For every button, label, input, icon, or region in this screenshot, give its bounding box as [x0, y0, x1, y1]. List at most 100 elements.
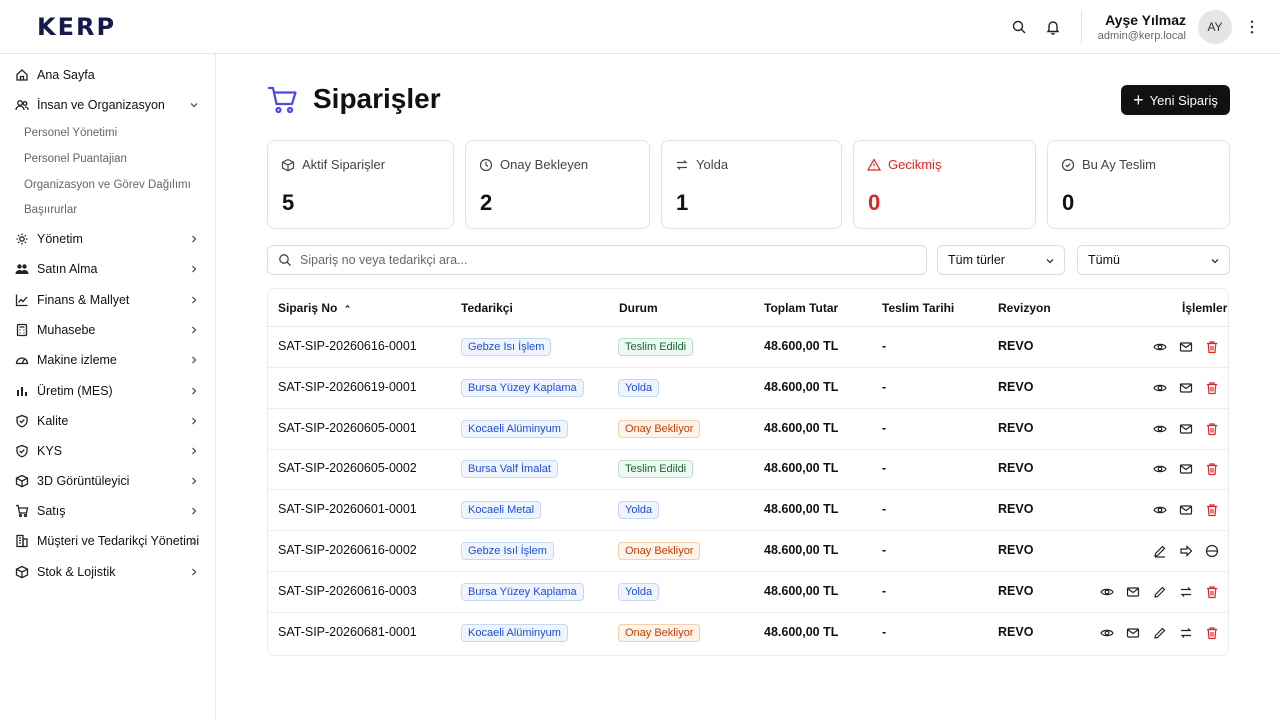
supplier-chip: Bursa Yüzey Kaplama: [461, 582, 584, 601]
transfer-icon: [676, 159, 688, 170]
mail-icon[interactable]: [1178, 380, 1194, 396]
sidebar-item-quality[interactable]: Kalite: [14, 410, 202, 432]
sidebar-item-finance[interactable]: Finans & Mallyet: [14, 289, 202, 311]
chart-line-icon: [14, 293, 29, 308]
order-number[interactable]: SAT-SIP-20260605-0001: [278, 421, 417, 435]
chevron-right-icon: [192, 356, 197, 364]
sidebar-item-management[interactable]: Yönetim: [14, 228, 202, 250]
search-input[interactable]: [300, 253, 900, 267]
mail-icon[interactable]: [1178, 461, 1194, 477]
delete-icon[interactable]: [1204, 625, 1220, 641]
table-row[interactable]: SAT-SIP-20260601-0001 Kocaeli Metal Yolda 4…: [268, 490, 1228, 532]
order-number[interactable]: SAT-SIP-20260681-0001: [278, 625, 417, 639]
view-icon[interactable]: [1152, 339, 1168, 355]
type-select[interactable]: Tüm türler: [937, 245, 1065, 275]
avatar[interactable]: AY: [1198, 10, 1232, 44]
sidebar-item-accounting[interactable]: Muhasebe: [14, 319, 202, 341]
home-icon: [14, 68, 29, 83]
table-row[interactable]: SAT-SIP-20260681-0001 Kocaeli Alüminyum On…: [268, 613, 1228, 654]
sidebar-item-sales[interactable]: Satış: [14, 500, 202, 522]
mail-icon[interactable]: [1178, 502, 1194, 518]
view-icon[interactable]: [1152, 461, 1168, 477]
mail-icon[interactable]: [1178, 339, 1194, 355]
revision: REVO: [998, 379, 1034, 394]
users-icon: [14, 98, 29, 113]
search-icon[interactable]: [1007, 15, 1031, 39]
new-order-button[interactable]: + Yeni Sipariş: [1121, 85, 1230, 115]
delete-icon[interactable]: [1204, 584, 1220, 600]
sidebar-item-machine-monitoring[interactable]: Makine izleme: [14, 349, 202, 371]
sidebar-subitem-personnel[interactable]: Personel Yönetimi: [24, 127, 117, 139]
order-number[interactable]: SAT-SIP-20260616-0001: [278, 339, 417, 353]
status-badge: Onay Bekliyor: [618, 542, 701, 560]
stat-value: 5: [282, 190, 295, 215]
table-row[interactable]: SAT-SIP-20260616-0001 Gebze Isı İşlem Tesl…: [268, 327, 1228, 368]
total-amount: 48.600,00 TL: [764, 379, 839, 394]
view-icon[interactable]: [1099, 625, 1115, 641]
sidebar-item-home[interactable]: Ana Sayfa: [14, 64, 202, 86]
pencil-icon[interactable]: [1152, 584, 1168, 600]
delivery-date: -: [882, 379, 887, 394]
order-number[interactable]: SAT-SIP-20260601-0001: [278, 502, 417, 516]
app-logo[interactable]: KERP: [37, 13, 116, 41]
shopping-cart-icon: [267, 86, 297, 114]
table-row[interactable]: SAT-SIP-20260605-0002 Bursa Valf İmalat Te…: [268, 449, 1228, 491]
table-row[interactable]: SAT-SIP-20260605-0001 Kocaeli Alüminyum On…: [268, 409, 1228, 450]
sidebar-subitem-organization[interactable]: Organizasyon ve Görev Dağılımı: [24, 179, 191, 191]
edit-icon[interactable]: [1152, 543, 1168, 559]
mail-icon[interactable]: [1178, 421, 1194, 437]
column-header-order-no[interactable]: Sipariş No ⌃: [278, 301, 351, 315]
sidebar-subitem-applications[interactable]: Başıırurlar: [24, 204, 77, 216]
sidebar-subitem-timesheet[interactable]: Personel Puantajian: [24, 153, 127, 165]
sidebar-item-3d-viewer[interactable]: 3D Görüntüleyici: [14, 470, 202, 492]
table-row[interactable]: SAT-SIP-20260616-0003 Bursa Yüzey Kaplama…: [268, 572, 1228, 613]
view-icon[interactable]: [1152, 502, 1168, 518]
more-vertical-icon[interactable]: [1242, 20, 1262, 34]
mail-icon[interactable]: [1125, 584, 1141, 600]
table-row[interactable]: SAT-SIP-20260619-0001 Bursa Yüzey Kaplama…: [268, 368, 1228, 409]
alert-triangle-icon: [867, 157, 881, 171]
order-number[interactable]: SAT-SIP-20260605-0002: [278, 461, 417, 475]
total-amount: 48.600,00 TL: [764, 339, 839, 353]
shield-icon: [14, 444, 29, 459]
transfer-icon[interactable]: [1178, 584, 1194, 600]
delete-icon[interactable]: [1204, 380, 1220, 396]
view-icon[interactable]: [1152, 421, 1168, 437]
delete-icon[interactable]: [1204, 421, 1220, 437]
sidebar-item-stock[interactable]: Stok & Lojistik: [14, 561, 202, 583]
sidebar-item-production[interactable]: Üretim (MES): [14, 380, 202, 402]
view-icon[interactable]: [1152, 380, 1168, 396]
delete-icon[interactable]: [1204, 339, 1220, 355]
delivery-date: -: [882, 543, 887, 557]
revision: REVO: [998, 339, 1034, 353]
total-amount: 48.600,00 TL: [764, 461, 839, 476]
forward-icon[interactable]: [1178, 543, 1194, 559]
order-number[interactable]: SAT-SIP-20260619-0001: [278, 380, 417, 394]
stat-card-overdue: Gecikmiş 0: [853, 140, 1036, 229]
sidebar-item-purchasing[interactable]: Satın Alma: [14, 258, 202, 280]
delete-icon[interactable]: [1204, 461, 1220, 477]
pencil-icon[interactable]: [1152, 625, 1168, 641]
supplier-chip: Gebze Isıl İşlem: [461, 542, 554, 560]
delivery-date: -: [882, 502, 887, 517]
sidebar-item-hr[interactable]: İnsan ve Organizasyon: [14, 94, 202, 116]
sidebar-item-kys[interactable]: KYS: [14, 440, 202, 462]
delivery-date: -: [882, 420, 887, 435]
chevron-right-icon: [192, 326, 197, 334]
chevron-down-icon: [1046, 259, 1054, 264]
transfer-icon[interactable]: [1178, 625, 1194, 641]
order-number[interactable]: SAT-SIP-20260616-0002: [278, 543, 417, 557]
order-number[interactable]: SAT-SIP-20260616-0003: [278, 584, 417, 598]
mail-icon[interactable]: [1125, 625, 1141, 641]
cancel-icon[interactable]: [1204, 543, 1220, 559]
revision: REVO: [998, 583, 1034, 598]
notification-bell-icon[interactable]: [1041, 15, 1065, 39]
cube-icon: [14, 474, 29, 489]
column-header-supplier: Tedarikçi: [461, 301, 513, 315]
revision: REVO: [998, 624, 1034, 639]
status-select[interactable]: Tümü: [1077, 245, 1230, 275]
delete-icon[interactable]: [1204, 502, 1220, 518]
sidebar-item-crm[interactable]: Müşteri ve Tedarikçi Yönetimi: [14, 530, 202, 552]
view-icon[interactable]: [1099, 584, 1115, 600]
table-row[interactable]: SAT-SIP-20260616-0002 Gebze Isıl İşlem Ona…: [268, 531, 1228, 572]
